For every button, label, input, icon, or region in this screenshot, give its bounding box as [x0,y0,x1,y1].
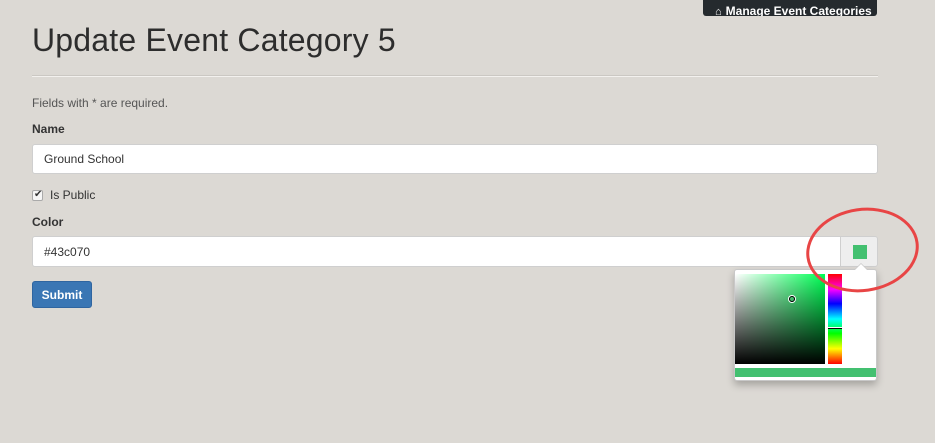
color-picker-popover [734,263,877,381]
manage-event-categories-button[interactable]: ⌂ Manage Event Categories [703,0,877,16]
required-fields-hint: Fields with * are required. [32,96,169,110]
name-label: Name [32,122,65,136]
saturation-cursor[interactable] [789,296,795,302]
is-public-checkbox[interactable]: ✔ [32,188,43,201]
checkmark-icon: ✔ [34,188,43,200]
is-public-row: ✔ Is Public [32,188,95,202]
color-input-group [32,236,878,267]
manage-event-categories-label: Manage Event Categories [725,4,872,16]
home-icon: ⌂ [715,6,722,16]
color-input[interactable] [32,236,840,267]
hue-slider[interactable] [828,274,842,364]
color-label: Color [32,215,64,229]
is-public-label: Is Public [50,188,96,202]
page-title: Update Event Category 5 [32,22,396,58]
color-preview-bar [735,368,876,377]
name-input[interactable] [32,144,878,174]
color-swatch [853,245,867,259]
saturation-area[interactable] [735,274,825,364]
hue-slider-handle[interactable] [828,327,842,329]
popover-arrow-inner [855,264,867,270]
submit-button[interactable]: Submit [32,281,92,308]
divider [32,75,878,77]
